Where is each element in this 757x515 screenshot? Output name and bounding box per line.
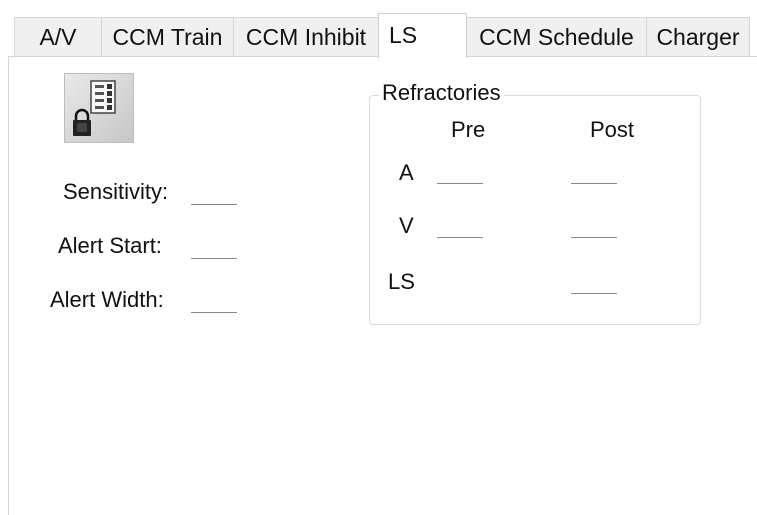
refractories-a-pre-blank bbox=[437, 183, 483, 184]
tab-ls[interactable]: LS bbox=[378, 13, 467, 58]
tab-bar: A/V CCM Train CCM Inhibit LS CCM Schedul… bbox=[0, 0, 757, 58]
refractories-title: Refractories bbox=[379, 80, 504, 106]
tab-ccm-train[interactable]: CCM Train bbox=[101, 17, 234, 56]
alert-start-blank bbox=[191, 258, 237, 259]
refractories-group bbox=[369, 95, 701, 325]
alert-width-label: Alert Width: bbox=[50, 287, 164, 312]
settings-list-lock-icon-graphic bbox=[73, 80, 116, 136]
tab-ccm-inhibit[interactable]: CCM Inhibit bbox=[233, 17, 379, 56]
refractories-v-post-blank bbox=[571, 237, 617, 238]
settings-list-lock-icon[interactable] bbox=[64, 73, 134, 143]
refractories-row-ls-label: LS bbox=[388, 269, 415, 294]
tab-charger[interactable]: Charger bbox=[646, 17, 750, 56]
refractories-a-post-blank bbox=[571, 183, 617, 184]
refractories-ls-post-blank bbox=[571, 293, 617, 294]
tab-ccm-schedule[interactable]: CCM Schedule bbox=[466, 17, 647, 56]
refractories-post-header: Post bbox=[590, 117, 635, 142]
refractories-row-a-label: A bbox=[399, 160, 414, 185]
sensitivity-label: Sensitivity: bbox=[63, 179, 169, 204]
alert-width-blank bbox=[191, 312, 237, 313]
alert-start-label: Alert Start: bbox=[58, 233, 162, 258]
refractories-pre-header: Pre bbox=[451, 117, 486, 142]
tab-av[interactable]: A/V bbox=[14, 17, 102, 56]
sensitivity-blank bbox=[191, 204, 237, 205]
refractories-row-v-label: V bbox=[399, 213, 414, 238]
refractories-v-pre-blank bbox=[437, 237, 483, 238]
